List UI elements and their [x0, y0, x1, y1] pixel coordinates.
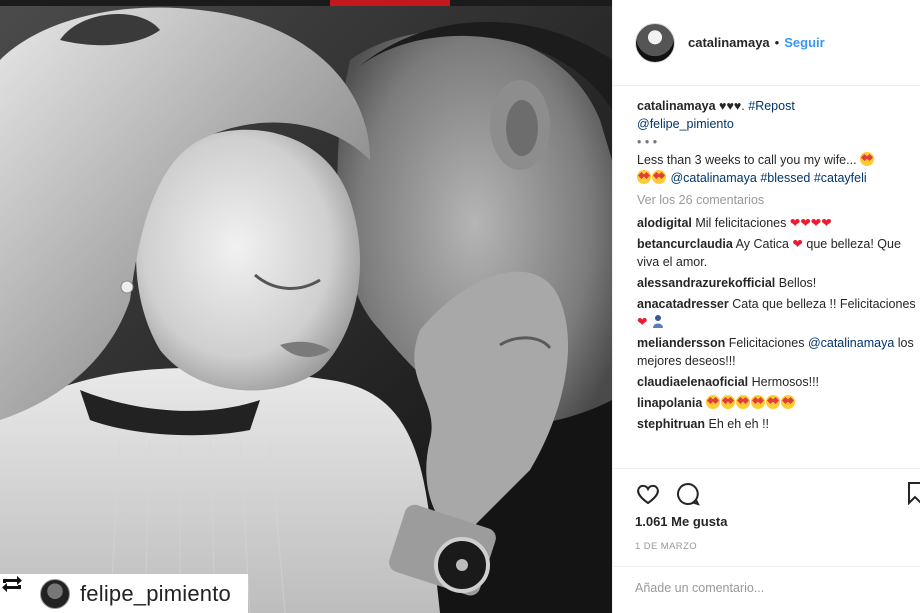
caption-hearts: ♥︎♥︎♥︎.: [719, 99, 745, 113]
comment-text: Felicitaciones: [728, 336, 805, 350]
comment-text: Cata que belleza !! Felicitaciones: [732, 297, 916, 311]
repost-avatar: [40, 578, 70, 609]
repost-icon: [2, 576, 32, 605]
post-side-panel: catalinamaya • Seguir catalinamaya ♥︎♥︎♥…: [612, 0, 920, 613]
heart-eyes-emoji: [735, 395, 750, 409]
post-caption: catalinamaya ♥︎♥︎♥︎. #Repost @felipe_pim…: [637, 97, 920, 187]
post-date: 1 DE MARZO: [635, 541, 698, 552]
repost-attribution[interactable]: felipe_pimiento: [0, 574, 248, 613]
author-username[interactable]: catalinamaya: [688, 35, 770, 50]
comment-text: Mil felicitaciones: [695, 216, 787, 230]
comment-item: stephitruan Eh eh eh !!: [637, 415, 920, 433]
heart-eyes-emoji: [705, 395, 720, 409]
comment-icon[interactable]: [675, 481, 701, 507]
comment-text: Ay Catica: [735, 237, 789, 251]
comment-item: alessandrazurekofficial Bellos!: [637, 274, 920, 292]
comment-mention[interactable]: @catalinamaya: [808, 336, 894, 350]
comment-item: linapolania: [637, 394, 920, 412]
heart-eyes-emoji: [780, 395, 795, 409]
comment-text: Hermosos!!!: [751, 375, 820, 389]
comment-user[interactable]: linapolania: [637, 396, 702, 410]
comment-user[interactable]: claudiaelenaoficial: [637, 375, 748, 389]
heart-eyes-emoji: [720, 395, 735, 409]
caption-hashtag-repost[interactable]: #Repost: [748, 99, 795, 113]
heart-emoji: ❤❤❤❤: [789, 216, 832, 230]
caption-dots: • • •: [637, 135, 658, 149]
comment-user[interactable]: anacatadresser: [637, 297, 729, 311]
pray-emoji: [651, 314, 665, 328]
comment-item: claudiaelenaoficial Hermosos!!!: [637, 373, 920, 391]
caption-mention[interactable]: @felipe_pimiento: [637, 115, 920, 133]
heart-eyes-emoji: [652, 170, 666, 184]
separator-dot: •: [774, 35, 780, 50]
likes-count[interactable]: 1.061 Me gusta: [635, 514, 728, 529]
caption-mention-2[interactable]: @catalinamaya: [670, 171, 756, 185]
comment-item: meliandersson Felicitaciones @catalinama…: [637, 334, 920, 370]
comment-user[interactable]: alodigital: [637, 216, 692, 230]
comment-user[interactable]: meliandersson: [637, 336, 725, 350]
caption-hashtags[interactable]: #blessed #catayfeli: [760, 171, 866, 185]
comment-user[interactable]: stephitruan: [637, 417, 705, 431]
caption-text: Less than 3 weeks to call you my wife...: [637, 153, 857, 167]
comment-user[interactable]: alessandrazurekofficial: [637, 276, 775, 290]
couple-photo-illustration: [0, 6, 612, 613]
comment-text: Bellos!: [778, 276, 817, 290]
post-actions: [613, 468, 920, 518]
heart-emoji: ❤: [637, 315, 648, 329]
comment-user[interactable]: betancurclaudia: [637, 237, 733, 251]
follow-button[interactable]: Seguir: [784, 35, 824, 50]
author-avatar[interactable]: [635, 22, 675, 63]
comment-item: anacatadresser Cata que belleza !! Felic…: [637, 295, 920, 331]
heart-eyes-emoji: [750, 395, 765, 409]
comments-list: catalinamaya ♥︎♥︎♥︎. #Repost @felipe_pim…: [613, 86, 920, 433]
comment-text: Eh eh eh !!: [708, 417, 770, 431]
post-header: catalinamaya • Seguir: [613, 0, 920, 86]
comment-item: alodigital Mil felicitaciones ❤❤❤❤: [637, 214, 920, 232]
bookmark-icon[interactable]: [907, 481, 920, 506]
add-comment-input[interactable]: Añade un comentario...: [613, 566, 920, 613]
repost-username: felipe_pimiento: [80, 580, 231, 606]
heart-eyes-emoji: [637, 170, 651, 184]
heart-eyes-emoji: [860, 152, 875, 166]
view-all-comments[interactable]: Ver los 26 comentarios: [637, 191, 920, 209]
comment-item: betancurclaudia Ay Catica ❤ que belleza!…: [637, 235, 920, 271]
post-photo[interactable]: felipe_pimiento: [0, 0, 612, 613]
heart-emoji: ❤: [792, 237, 803, 251]
caption-username[interactable]: catalinamaya: [637, 99, 716, 113]
heart-eyes-emoji: [765, 395, 780, 409]
like-heart-icon[interactable]: [635, 481, 661, 507]
